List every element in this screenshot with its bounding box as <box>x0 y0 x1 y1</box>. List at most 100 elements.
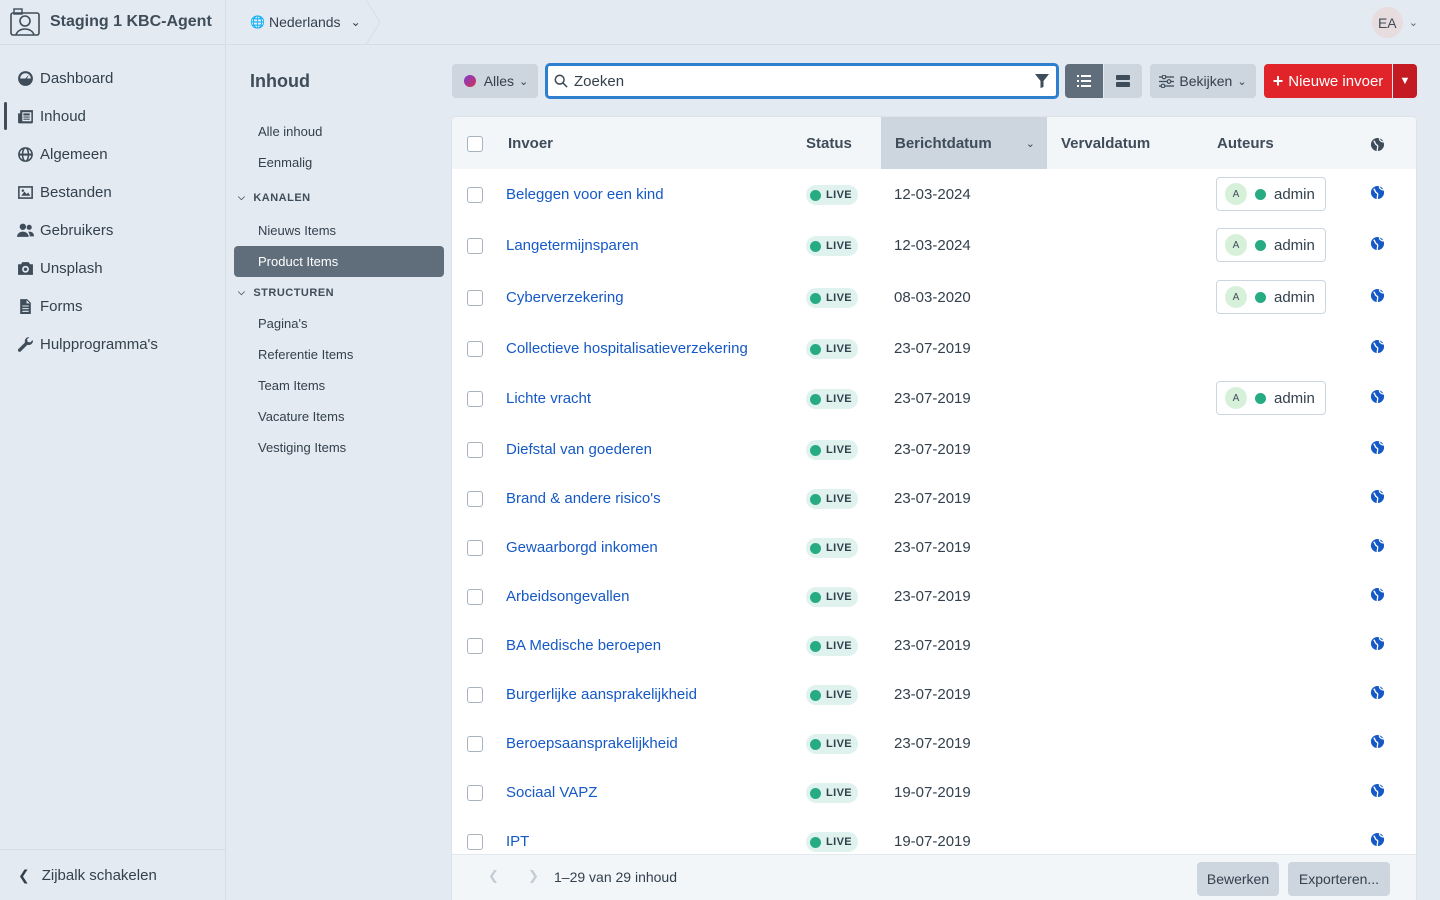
section-heading[interactable]: ⌵ STRUCTUREN <box>234 277 444 308</box>
row-checkbox[interactable] <box>467 391 483 407</box>
entry-title-link[interactable]: Beleggen voor een kind <box>506 186 664 203</box>
section-heading[interactable]: ⌵ KANALEN <box>234 182 444 213</box>
select-all-checkbox[interactable] <box>467 136 483 152</box>
entry-title-link[interactable]: Lichte vracht <box>506 390 591 407</box>
entry-title-link[interactable]: Sociaal VAPZ <box>506 784 597 801</box>
row-checkbox[interactable] <box>467 834 483 850</box>
nav-item-inhoud[interactable]: Inhoud <box>0 97 225 135</box>
column-expiry-date[interactable]: Vervaldatum <box>1061 117 1150 169</box>
author-chip[interactable]: Aadmin <box>1216 177 1326 211</box>
row-checkbox[interactable] <box>467 290 483 306</box>
globe-icon[interactable] <box>1370 538 1385 553</box>
author-chip[interactable]: Aadmin <box>1216 381 1326 415</box>
filter-icon[interactable] <box>1034 73 1050 89</box>
entry-title-link[interactable]: Brand & andere risico's <box>506 490 661 507</box>
structure-view-button[interactable] <box>1104 64 1142 98</box>
post-date: 19-07-2019 <box>894 784 971 801</box>
column-status[interactable]: Status <box>806 117 852 169</box>
author-chip[interactable]: Aadmin <box>1216 228 1326 262</box>
source-item[interactable]: Alle inhoud <box>234 116 444 147</box>
row-checkbox[interactable] <box>467 187 483 203</box>
entry-title-link[interactable]: Diefstal van goederen <box>506 441 652 458</box>
chevron-left-icon[interactable]: ❮ <box>488 868 499 884</box>
column-authors[interactable]: Auteurs <box>1217 117 1274 169</box>
source-item[interactable]: Eenmalig <box>234 147 444 178</box>
globe-icon[interactable] <box>1370 236 1385 251</box>
language-switcher[interactable]: 🌐 Nederlands ⌄ <box>226 0 381 45</box>
status-badge: LIVE <box>806 389 859 409</box>
row-checkbox[interactable] <box>467 638 483 654</box>
row-checkbox[interactable] <box>467 589 483 605</box>
status-dot-icon <box>810 493 821 505</box>
globe-icon[interactable] <box>1370 389 1385 404</box>
globe-icon[interactable] <box>1370 685 1385 700</box>
source-item[interactable]: Team Items <box>234 370 444 401</box>
source-item[interactable]: Product Items <box>234 246 444 277</box>
view-settings-button[interactable]: Bekijken ⌄ <box>1150 64 1256 98</box>
site-header[interactable]: Staging 1 KBC-Agent <box>0 0 225 45</box>
export-button[interactable]: Exporteren... <box>1288 862 1390 896</box>
status-badge: LIVE <box>806 236 859 256</box>
new-entry-button[interactable]: + Nieuwe invoer <box>1264 64 1392 98</box>
row-checkbox[interactable] <box>467 238 483 254</box>
author-chip[interactable]: Aadmin <box>1216 280 1326 314</box>
entry-title-link[interactable]: Langetermijnsparen <box>506 237 639 254</box>
entry-title-link[interactable]: IPT <box>506 833 529 850</box>
entries-table: Invoer Status Berichtdatum ⌄ Vervaldatum… <box>452 117 1416 900</box>
status-badge: LIVE <box>806 734 859 754</box>
new-entry-menu-button[interactable]: ▼ <box>1393 64 1417 98</box>
globe-icon[interactable] <box>1370 636 1385 651</box>
row-checkbox[interactable] <box>467 736 483 752</box>
globe-icon[interactable] <box>1370 832 1385 847</box>
nav-item-bestanden[interactable]: Bestanden <box>0 173 225 211</box>
user-menu[interactable]: EA ⌄ <box>1371 7 1418 38</box>
source-item[interactable]: Pagina's <box>234 308 444 339</box>
globe-icon <box>1370 137 1385 152</box>
globe-icon[interactable] <box>1370 185 1385 200</box>
globe-icon[interactable] <box>1370 339 1385 354</box>
entry-title-link[interactable]: Beroepsaansprakelijkheid <box>506 735 678 752</box>
chevron-right-icon[interactable]: ❯ <box>528 868 539 884</box>
sidebar-toggle-button[interactable]: ❮ Zijbalk schakelen <box>0 849 226 900</box>
edit-button[interactable]: Bewerken <box>1197 862 1279 896</box>
row-checkbox[interactable] <box>467 687 483 703</box>
row-checkbox[interactable] <box>467 341 483 357</box>
column-post-date[interactable]: Berichtdatum ⌄ <box>881 117 1047 169</box>
sliders-icon <box>1159 74 1175 88</box>
globe-icon[interactable] <box>1370 587 1385 602</box>
row-checkbox[interactable] <box>467 442 483 458</box>
nav-item-forms[interactable]: Forms <box>0 287 225 325</box>
column-entry[interactable]: Invoer <box>508 117 553 169</box>
chevron-down-icon: ⌄ <box>1025 137 1035 150</box>
entry-title-link[interactable]: Arbeidsongevallen <box>506 588 629 605</box>
site-menu-button[interactable]: Alles ⌄ <box>452 64 538 98</box>
entry-title-link[interactable]: Cyberverzekering <box>506 289 624 306</box>
list-icon <box>1077 75 1091 87</box>
row-checkbox[interactable] <box>467 540 483 556</box>
list-view-button[interactable] <box>1065 64 1103 98</box>
entry-title-link[interactable]: BA Medische beroepen <box>506 637 661 654</box>
row-checkbox[interactable] <box>467 491 483 507</box>
nav-item-hulpprogramma-s[interactable]: Hulpprogramma's <box>0 325 225 363</box>
entry-title-link[interactable]: Burgerlijke aansprakelijkheid <box>506 686 697 703</box>
globe-icon[interactable] <box>1370 288 1385 303</box>
source-item[interactable]: Vestiging Items <box>234 432 444 463</box>
row-checkbox[interactable] <box>467 785 483 801</box>
source-item[interactable]: Vacature Items <box>234 401 444 432</box>
globe-icon[interactable] <box>1370 783 1385 798</box>
source-item[interactable]: Referentie Items <box>234 339 444 370</box>
nav-item-unsplash[interactable]: Unsplash <box>0 249 225 287</box>
nav-item-algemeen[interactable]: Algemeen <box>0 135 225 173</box>
nav-item-dashboard[interactable]: Dashboard <box>0 59 225 97</box>
global-sidebar: Staging 1 KBC-Agent Dashboard Inhoud Algem… <box>0 0 226 900</box>
search-input[interactable] <box>574 72 1034 90</box>
globe-icon[interactable] <box>1370 440 1385 455</box>
entry-title-link[interactable]: Collectieve hospitalisatieverzekering <box>506 340 748 357</box>
post-date: 23-07-2019 <box>894 340 971 357</box>
globe-icon[interactable] <box>1370 489 1385 504</box>
source-item[interactable]: Nieuws Items <box>234 215 444 246</box>
section-heading-label: KANALEN <box>253 191 311 204</box>
nav-item-gebruikers[interactable]: Gebruikers <box>0 211 225 249</box>
entry-title-link[interactable]: Gewaarborgd inkomen <box>506 539 658 556</box>
globe-icon[interactable] <box>1370 734 1385 749</box>
